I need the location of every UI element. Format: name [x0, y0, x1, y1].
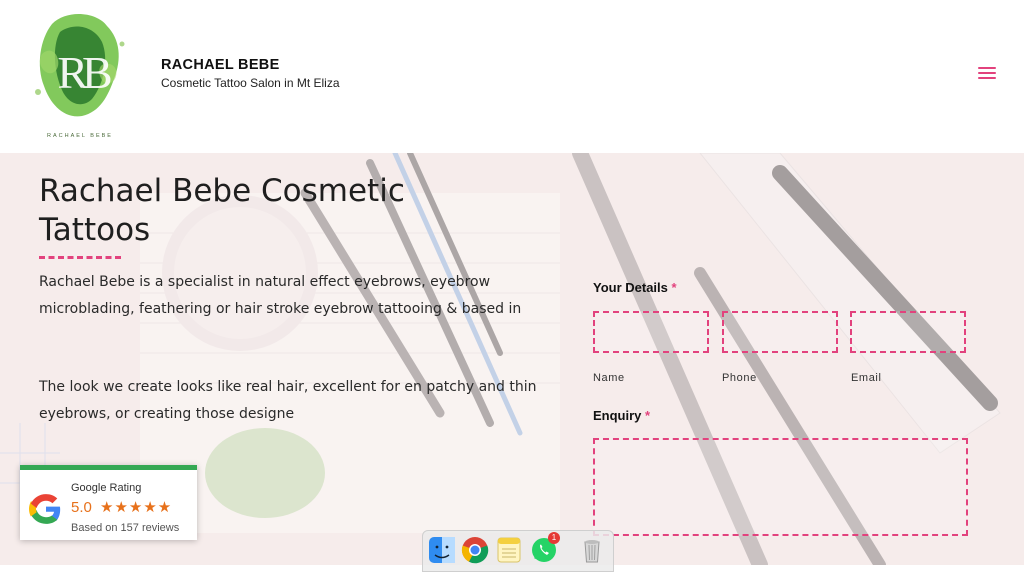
trash-icon[interactable] — [578, 536, 606, 564]
name-input[interactable] — [593, 311, 709, 353]
email-label: Email — [851, 372, 882, 384]
google-g-icon — [29, 494, 61, 524]
notification-badge: 1 — [548, 532, 560, 544]
required-mark: * — [645, 408, 651, 423]
site-logo[interactable]: RB RACHAEL BEBE — [12, 4, 148, 146]
phone-label: Phone — [722, 372, 757, 384]
notes-icon[interactable] — [495, 536, 523, 564]
hero-title: Rachael Bebe Cosmetic Tattoos — [39, 173, 405, 248]
site-header: RB RACHAEL BEBE RACHAEL BEBE Cosmetic Ta… — [0, 0, 1024, 153]
badge-score: 5.0 — [71, 499, 92, 516]
logo-caption: RACHAEL BEBE — [47, 133, 113, 139]
hamburger-menu-icon[interactable] — [976, 63, 1000, 83]
phone-input[interactable] — [722, 311, 838, 353]
site-title[interactable]: RACHAEL BEBE — [161, 57, 280, 73]
your-details-text: Your Details — [593, 280, 668, 295]
enquiry-text: Enquiry — [593, 408, 642, 423]
hero-paragraph-2: The look we create looks like real hair,… — [39, 379, 537, 422]
email-input[interactable] — [850, 311, 966, 353]
enquiry-label: Enquiry * — [593, 408, 650, 423]
badge-reviews: Based on 157 reviews — [71, 522, 180, 534]
site-tagline: Cosmetic Tattoo Salon in Mt Eliza — [161, 76, 340, 90]
badge-title: Google Rating — [71, 482, 142, 494]
google-rating-badge[interactable]: Google Rating 5.0 ★★★★★ Based on 157 rev… — [20, 465, 197, 540]
hero-paragraph: Rachael Bebe is a specialist in natural … — [39, 274, 522, 317]
dashed-divider — [39, 256, 121, 259]
your-details-label: Your Details * — [593, 280, 677, 295]
required-mark: * — [671, 280, 677, 295]
logo-monogram: RB — [57, 47, 111, 98]
star-rating-icon: ★★★★★ — [100, 498, 173, 516]
enquiry-textarea[interactable] — [593, 438, 968, 536]
logo-watercolor-mark: RB — [35, 14, 125, 117]
finder-icon[interactable] — [428, 536, 456, 564]
chrome-icon[interactable] — [461, 536, 489, 564]
name-label: Name — [593, 372, 625, 384]
